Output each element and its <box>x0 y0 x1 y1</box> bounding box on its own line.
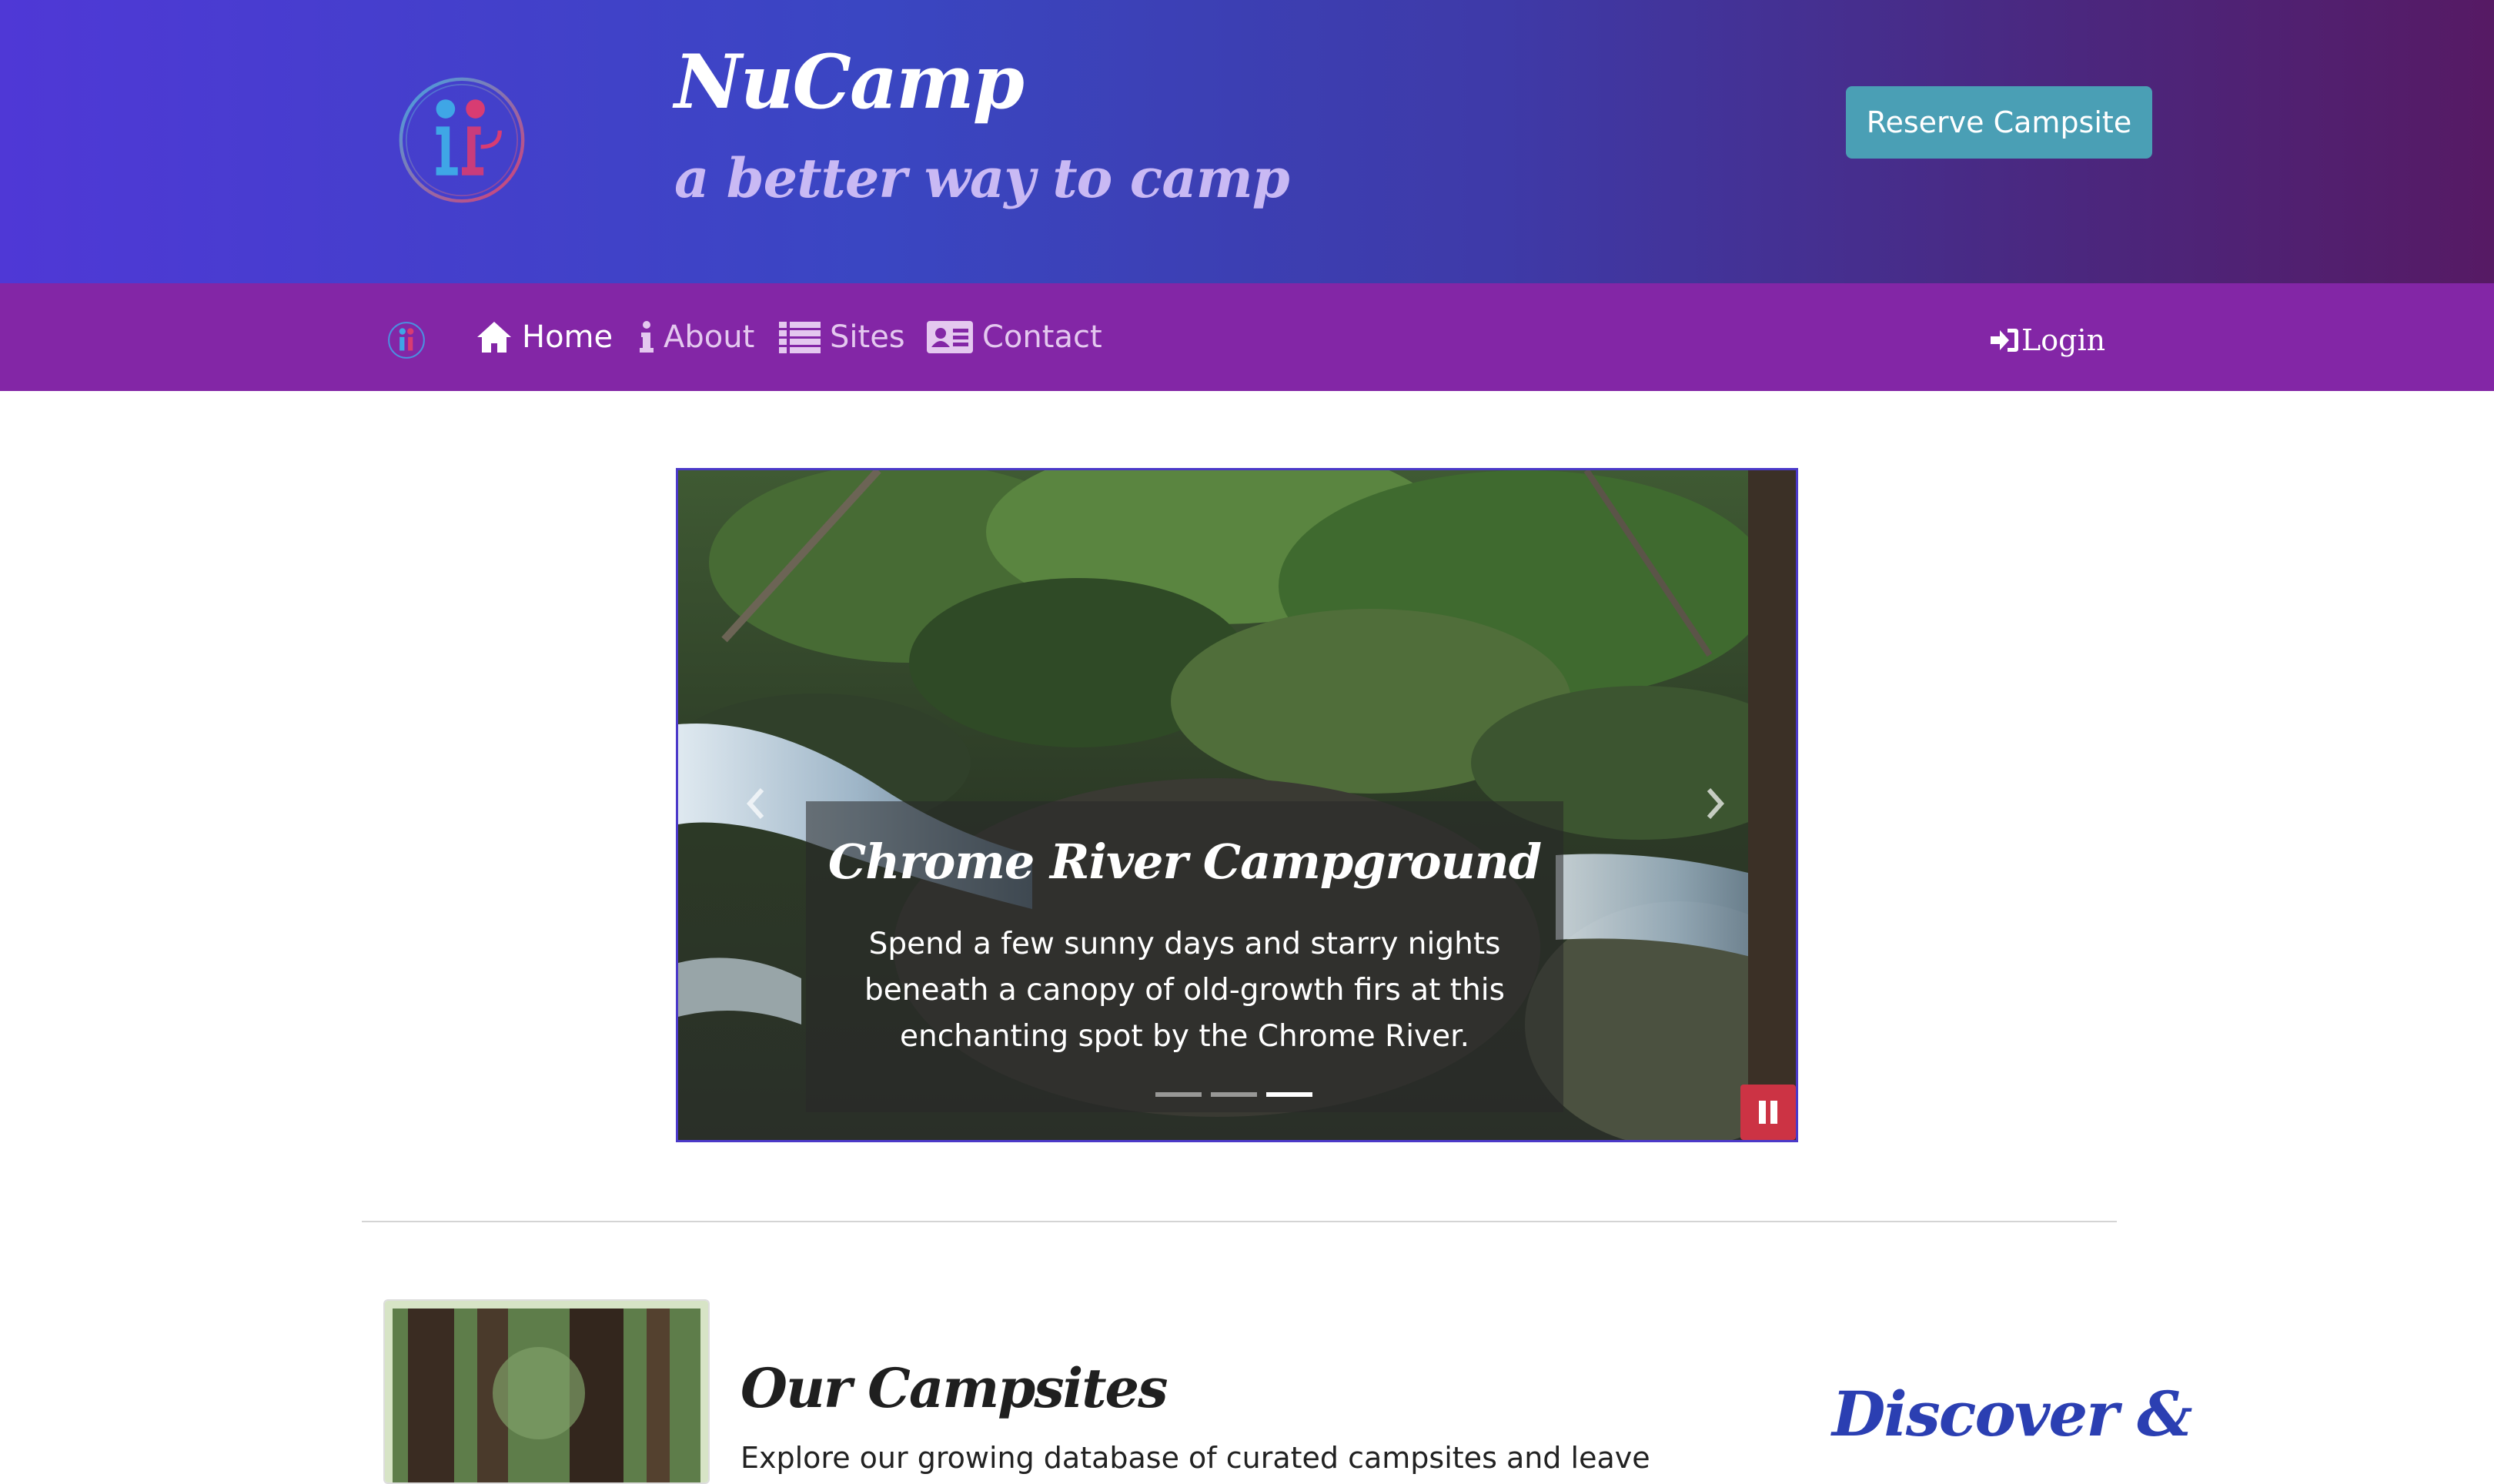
nav-logo-icon[interactable] <box>386 320 426 360</box>
login-label: Login <box>2021 323 2106 357</box>
home-icon <box>477 322 511 353</box>
nav-item-sites[interactable]: Sites <box>779 314 905 360</box>
carousel-caption: Chrome River Campground Spend a few sunn… <box>806 801 1563 1112</box>
address-card-icon <box>927 321 973 353</box>
carousel-indicator-3[interactable] <box>1266 1092 1312 1097</box>
nav-item-about[interactable]: About <box>639 314 754 360</box>
carousel-indicator-1[interactable] <box>1155 1092 1202 1097</box>
sign-in-icon <box>1991 329 2018 352</box>
jumbotron-header: NuCamp a better way to camp Reserve Camp… <box>0 0 2494 283</box>
nav-item-home-label: Home <box>522 319 613 355</box>
carousel-indicator-2[interactable] <box>1211 1092 1257 1097</box>
brand-tagline: a better way to camp <box>674 146 1290 210</box>
section-divider <box>362 1221 2117 1222</box>
carousel-next-button[interactable] <box>1693 769 1739 838</box>
campsites-text: Explore our growing database of curated … <box>741 1441 1650 1475</box>
chevron-left-icon <box>746 788 764 819</box>
brand-title: NuCamp <box>674 38 1025 125</box>
caption-text: Spend a few sunny days and starry nights… <box>864 927 1505 1054</box>
nucamp-logo <box>399 77 525 203</box>
carousel-indicators <box>1155 1092 1312 1097</box>
carousel-prev-button[interactable] <box>732 769 778 838</box>
nav-item-about-label: About <box>664 319 755 355</box>
login-link[interactable]: Login <box>1991 317 2105 363</box>
main-navbar: Home About Sites Contact Login <box>0 283 2494 391</box>
discover-heading: Discover & <box>1832 1378 2192 1450</box>
pause-icon <box>1759 1101 1777 1124</box>
info-icon <box>640 321 654 353</box>
reserve-campsite-button[interactable]: Reserve Campsite <box>1846 86 2152 159</box>
nav-item-home[interactable]: Home <box>476 314 613 360</box>
list-icon <box>779 322 821 353</box>
campsites-thumbnail <box>383 1299 710 1484</box>
forest-photo <box>385 1301 708 1482</box>
caption-title: Chrome River Campground <box>827 834 1542 890</box>
nav-item-sites-label: Sites <box>830 319 905 355</box>
nav-item-contact[interactable]: Contact <box>927 314 1102 360</box>
campground-carousel: Chrome River Campground Spend a few sunn… <box>676 468 1798 1142</box>
chevron-right-icon <box>1707 788 1725 819</box>
nav-item-contact-label: Contact <box>982 319 1102 355</box>
campsites-heading: Our Campsites <box>741 1356 1168 1420</box>
carousel-pause-button[interactable] <box>1740 1085 1796 1140</box>
